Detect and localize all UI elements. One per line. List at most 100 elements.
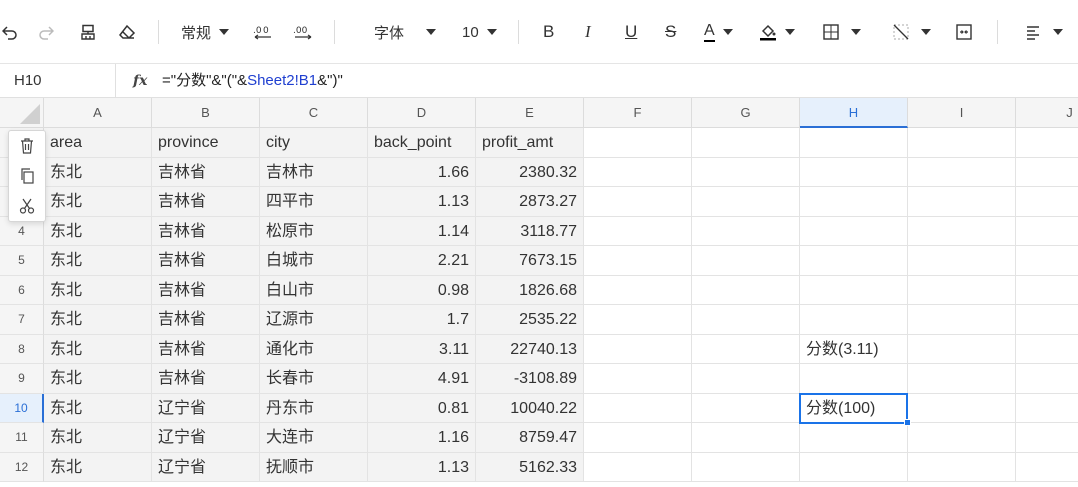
cell-g4[interactable] [692,216,800,246]
cell-f5[interactable] [584,246,692,276]
decrease-decimal-button[interactable]: .0 0 [253,18,273,46]
increase-decimal-button[interactable]: .00 [293,18,313,46]
cell-h7[interactable] [800,305,908,335]
row-header-8[interactable]: 8 [0,334,44,364]
cell-c11[interactable]: 大连市 [260,423,368,453]
column-header-h[interactable]: H [800,98,908,128]
cell-d9[interactable]: 4.91 [368,364,476,394]
cell-a7[interactable]: 东北 [44,305,152,335]
cell-b2[interactable]: 吉林省 [152,157,260,187]
cell-c4[interactable]: 松原市 [260,216,368,246]
cut-button[interactable] [9,191,45,221]
cell-d10[interactable]: 0.81 [368,393,476,423]
cell-b6[interactable]: 吉林省 [152,275,260,305]
underline-button[interactable]: U [625,18,637,46]
header-cell[interactable]: city [260,128,368,158]
cell-j11[interactable] [1016,423,1078,453]
cell-e3[interactable]: 2873.27 [476,187,584,217]
select-all-corner[interactable] [0,98,44,128]
row-header-6[interactable]: 6 [0,275,44,305]
cell-d2[interactable]: 1.66 [368,157,476,187]
cell-j6[interactable] [1016,276,1078,305]
cell-f12[interactable] [584,452,692,482]
cell-i7[interactable] [908,305,1016,335]
cell-j10[interactable] [1016,394,1078,423]
cell-f6[interactable] [584,275,692,305]
redo-button[interactable] [38,18,54,46]
cell-c8[interactable]: 通化市 [260,334,368,364]
cell-g3[interactable] [692,187,800,217]
column-header-i[interactable]: I [908,98,1016,128]
font-name-dropdown[interactable]: 字体 [374,18,437,46]
cell-b9[interactable]: 吉林省 [152,364,260,394]
cell-f9[interactable] [584,364,692,394]
cell-i3[interactable] [908,187,1016,217]
cell-a8[interactable]: 东北 [44,334,152,364]
cell-b8[interactable]: 吉林省 [152,334,260,364]
cell-e9[interactable]: -3108.89 [476,364,584,394]
cell-a6[interactable]: 东北 [44,275,152,305]
cell-c7[interactable]: 辽源市 [260,305,368,335]
cell-g6[interactable] [692,275,800,305]
cell-i8[interactable] [908,334,1016,364]
delete-button[interactable] [9,131,45,161]
cell-j1[interactable] [1016,128,1078,158]
column-header-f[interactable]: F [584,98,692,128]
cell-e2[interactable]: 2380.32 [476,157,584,187]
cell-e11[interactable]: 8759.47 [476,423,584,453]
cell-c5[interactable]: 白城市 [260,246,368,276]
cell-c9[interactable]: 长春市 [260,364,368,394]
cell-d12[interactable]: 1.13 [368,452,476,482]
column-header-c[interactable]: C [260,98,368,128]
strikethrough-button[interactable]: S [665,18,676,46]
cell-a3[interactable]: 东北 [44,187,152,217]
cell-j4[interactable] [1016,217,1078,246]
cell-g5[interactable] [692,246,800,276]
row-header-11[interactable]: 11 [0,423,44,453]
cell-b10[interactable]: 辽宁省 [152,393,260,423]
cell-j9[interactable] [1016,364,1078,394]
cell-b12[interactable]: 辽宁省 [152,452,260,482]
cell-a2[interactable]: 东北 [44,157,152,187]
cell-e10[interactable]: 10040.22 [476,393,584,423]
cell-g10[interactable] [692,393,800,423]
cell-c2[interactable]: 吉林市 [260,157,368,187]
row-header-7[interactable]: 7 [0,305,44,335]
cell-e6[interactable]: 1826.68 [476,275,584,305]
column-header-b[interactable]: B [152,98,260,128]
cell-h4[interactable] [800,216,908,246]
fill-color-dropdown[interactable] [759,18,795,46]
cell-j2[interactable] [1016,158,1078,187]
fill-handle[interactable] [904,419,911,426]
cell-g9[interactable] [692,364,800,394]
align-dropdown[interactable] [1025,18,1063,46]
cell-d6[interactable]: 0.98 [368,275,476,305]
cell-b3[interactable]: 吉林省 [152,187,260,217]
formula-input[interactable]: ="分数"&"("&Sheet2!B1&")" [162,64,343,98]
column-header-a[interactable]: A [44,98,152,128]
cell-f2[interactable] [584,157,692,187]
cell-g12[interactable] [692,452,800,482]
format-painter-button[interactable] [80,18,96,46]
cell-f7[interactable] [584,305,692,335]
cell-f8[interactable] [584,334,692,364]
cell-b4[interactable]: 吉林省 [152,216,260,246]
cell-f3[interactable] [584,187,692,217]
cell-a4[interactable]: 东北 [44,216,152,246]
cell-j7[interactable] [1016,305,1078,335]
cell-i6[interactable] [908,275,1016,305]
cell-h11[interactable] [800,423,908,453]
cell-h1[interactable] [800,128,908,158]
cell-a9[interactable]: 东北 [44,364,152,394]
cell-h5[interactable] [800,246,908,276]
bold-button[interactable]: B [543,18,554,46]
cell-c6[interactable]: 白山市 [260,275,368,305]
font-color-dropdown[interactable]: A [704,18,733,46]
cell-e8[interactable]: 22740.13 [476,334,584,364]
cell-g8[interactable] [692,334,800,364]
cell-b11[interactable]: 辽宁省 [152,423,260,453]
undo-button[interactable] [2,18,18,46]
cell-i1[interactable] [908,128,1016,158]
header-cell[interactable]: province [152,128,260,158]
cell-g2[interactable] [692,157,800,187]
